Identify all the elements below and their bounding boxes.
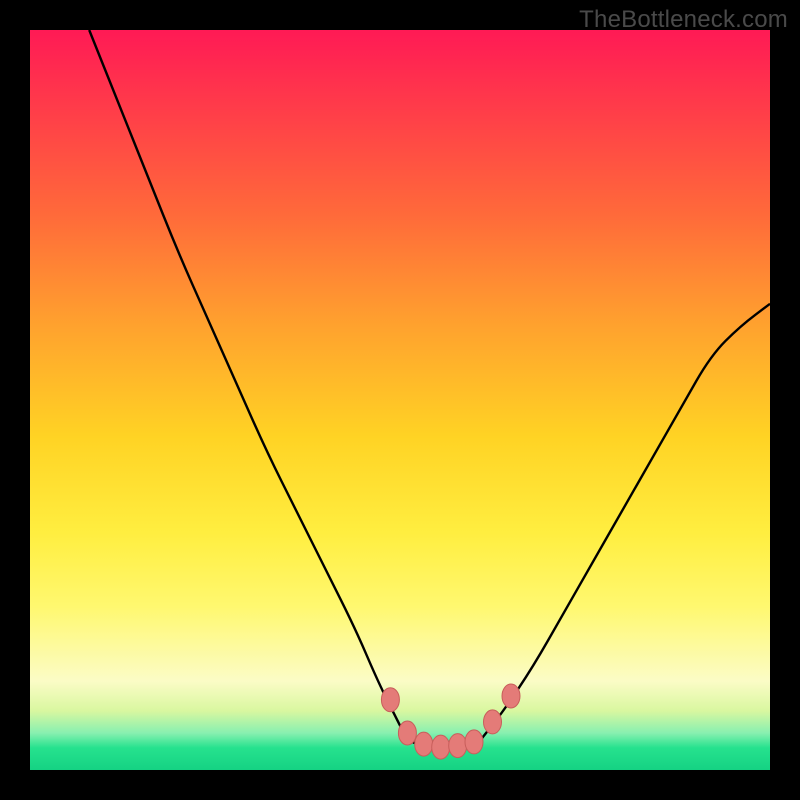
valley-marker bbox=[484, 710, 502, 734]
valley-marker bbox=[449, 734, 467, 758]
chart-frame: TheBottleneck.com bbox=[0, 0, 800, 800]
watermark-text: TheBottleneck.com bbox=[579, 6, 788, 34]
bottleneck-curve bbox=[30, 30, 770, 770]
valley-marker bbox=[415, 732, 433, 756]
valley-marker bbox=[381, 688, 399, 712]
valley-markers-group bbox=[381, 684, 520, 759]
curve-path bbox=[89, 30, 770, 747]
valley-marker bbox=[398, 721, 416, 745]
valley-marker bbox=[432, 735, 450, 759]
valley-marker bbox=[502, 684, 520, 708]
plot-area bbox=[30, 30, 770, 770]
valley-marker bbox=[465, 730, 483, 754]
